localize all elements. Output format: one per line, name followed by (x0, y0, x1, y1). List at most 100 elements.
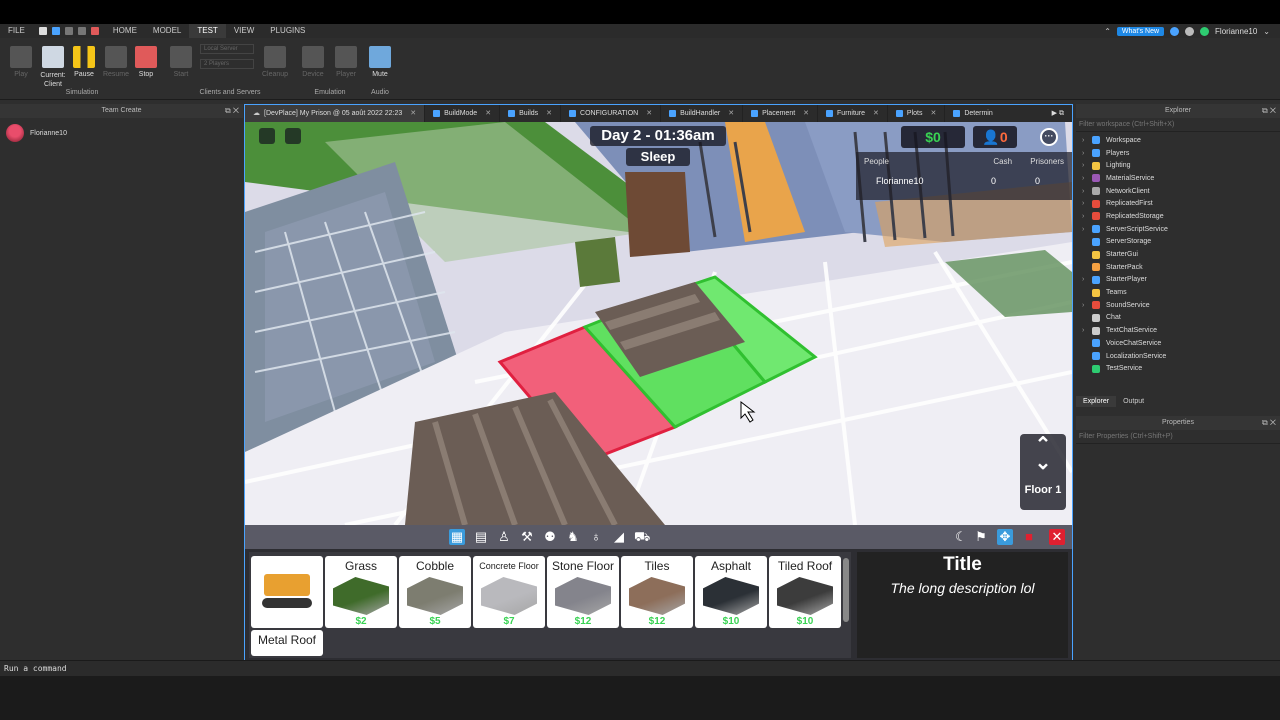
explorer-item[interactable]: › TextChatService (1076, 324, 1280, 337)
explorer-item[interactable]: › ReplicatedFirst (1076, 197, 1280, 210)
close-icon[interactable]: ✕ (1049, 529, 1065, 545)
properties-filter-input[interactable]: Filter Properties (Ctrl+Shift+P) (1076, 430, 1280, 444)
moon-icon[interactable]: ☾ (953, 529, 969, 545)
tab-configuration[interactable]: CONFIGURATION ✕ (561, 105, 662, 122)
explorer-item[interactable]: StarterPack (1076, 261, 1280, 274)
chevron-right-icon[interactable]: › (1082, 276, 1092, 283)
explorer-item[interactable]: › ReplicatedStorage (1076, 210, 1280, 223)
move-icon[interactable]: ✥ (997, 529, 1013, 545)
play-button[interactable]: Play (4, 42, 38, 78)
build-item-card[interactable]: Stone Floor $12 (547, 556, 619, 628)
file-menu[interactable]: FILE (0, 24, 33, 38)
build-item-card[interactable]: Tiles $12 (621, 556, 693, 628)
close-icon[interactable]: ✕ (410, 105, 416, 122)
whats-new-button[interactable]: What's New (1116, 26, 1165, 36)
light-bulb-icon[interactable]: ♁ (588, 529, 604, 545)
explorer-item[interactable]: › NetworkClient (1076, 185, 1280, 198)
cleanup-button[interactable]: Cleanup (258, 42, 292, 78)
tab-test[interactable]: TEST (189, 24, 226, 38)
tab-explorer[interactable]: Explorer (1076, 396, 1117, 407)
build-item-card[interactable]: Cobble $5 (399, 556, 471, 628)
chevron-right-icon[interactable]: › (1082, 226, 1092, 233)
pause-button[interactable]: Pause (67, 42, 101, 78)
explorer-item[interactable]: › Players (1076, 147, 1280, 160)
chevron-right-icon[interactable]: › (1082, 137, 1092, 144)
help-icon[interactable] (1170, 26, 1180, 36)
tab-buildmode[interactable]: BuildMode ✕ (425, 105, 501, 122)
share-icon[interactable] (1185, 26, 1195, 36)
tab-home[interactable]: HOME (105, 24, 145, 38)
explorer-item[interactable]: StarterGui (1076, 248, 1280, 261)
player-count-select[interactable]: 2 Players (200, 59, 254, 69)
tab-output[interactable]: Output (1116, 396, 1151, 407)
server-type-select[interactable]: Local Server (200, 44, 254, 54)
chevron-down-icon[interactable]: ⌄ (1263, 27, 1270, 36)
chevron-right-icon[interactable]: › (1082, 175, 1092, 182)
redo-icon[interactable] (77, 27, 86, 35)
wall-icon[interactable]: ▤ (473, 529, 489, 545)
explorer-item[interactable]: LocalizationService (1076, 350, 1280, 363)
device-button[interactable]: Device (296, 42, 330, 78)
undo-icon[interactable] (64, 27, 73, 35)
close-icon[interactable]: ✕ (728, 105, 734, 122)
chevron-right-icon[interactable]: › (1082, 162, 1092, 169)
delete-icon[interactable]: ■ (1021, 529, 1037, 545)
explorer-item[interactable]: Chat (1076, 312, 1280, 325)
stop-button[interactable]: Stop (129, 42, 163, 78)
close-icon[interactable]: ✕ (546, 105, 552, 122)
publish-icon[interactable] (51, 27, 60, 35)
gym-icon[interactable]: ⚒ (519, 529, 535, 545)
resume-button[interactable]: Resume (99, 42, 133, 78)
tab-plots[interactable]: Plots ✕ (888, 105, 946, 122)
build-items-scrollbar[interactable] (843, 558, 849, 622)
tab-determin[interactable]: Determin (945, 105, 1000, 122)
close-icon[interactable]: ✕ (646, 105, 652, 122)
explorer-filter-input[interactable]: Filter workspace (Ctrl+Shift+X) (1076, 118, 1280, 132)
explorer-item[interactable]: Teams (1076, 286, 1280, 299)
game-scene[interactable]: Day 2 - 01:36am Sleep $0 👤0 ··· People C… (245, 122, 1072, 525)
current-client-button[interactable]: Current: Client (36, 42, 70, 89)
vehicle-icon[interactable]: ⛟ (634, 529, 650, 545)
grid-floor-icon[interactable]: ▦ (449, 529, 465, 545)
panel-controls[interactable]: ⧉ ✕ (1262, 104, 1276, 118)
mute-button[interactable]: Mute (363, 42, 397, 78)
close-icon[interactable]: ✕ (803, 105, 809, 122)
chevron-right-icon[interactable]: › (1082, 327, 1092, 334)
explorer-item[interactable]: › Lighting (1076, 159, 1280, 172)
tab-furniture[interactable]: Furniture ✕ (818, 105, 888, 122)
tab-placement[interactable]: Placement ✕ (743, 105, 819, 122)
tab-plugins[interactable]: PLUGINS (262, 24, 313, 38)
explorer-item[interactable]: VoiceChatService (1076, 337, 1280, 350)
player-button[interactable]: Player (329, 42, 363, 78)
lamp-icon[interactable]: ♞ (565, 529, 581, 545)
command-bar[interactable]: Run a command (0, 660, 1280, 676)
start-button[interactable]: Start (164, 42, 198, 78)
explorer-item[interactable]: › MaterialService (1076, 172, 1280, 185)
build-item-card[interactable]: Grass $2 (325, 556, 397, 628)
tab-place[interactable]: ☁ [DevPlace] My Prison @ 05 août 2022 22:… (245, 105, 426, 122)
explorer-item[interactable]: TestService (1076, 362, 1280, 375)
build-item-card[interactable]: Concrete Floor $7 (473, 556, 545, 628)
build-item-card[interactable]: Asphalt $10 (695, 556, 767, 628)
team-member[interactable]: Florianne10 (0, 118, 243, 148)
panel-controls[interactable]: ⧉ ✕ (225, 104, 239, 118)
tab-scroll-right[interactable]: ▶ ⧉ (1044, 105, 1072, 122)
username[interactable]: Florianne10 (1215, 27, 1257, 36)
close-icon[interactable]: ✕ (930, 105, 936, 122)
build-item-card[interactable]: Metal Roof (251, 630, 323, 656)
tab-buildhandler[interactable]: BuildHandler ✕ (661, 105, 744, 122)
toilet-icon[interactable]: ♙ (496, 529, 512, 545)
tab-view[interactable]: VIEW (226, 24, 262, 38)
roblox-menu-icon[interactable] (259, 128, 275, 144)
stairs-icon[interactable]: ◢ (611, 529, 627, 545)
build-item-card[interactable] (251, 556, 323, 628)
tab-builds[interactable]: Builds ✕ (500, 105, 562, 122)
blueprint-icon[interactable]: ⚑ (973, 529, 989, 545)
explorer-item[interactable]: ServerStorage (1076, 236, 1280, 249)
close-icon[interactable]: ✕ (485, 105, 491, 122)
chevron-up-icon[interactable]: ⌃ (1104, 27, 1111, 36)
panel-controls[interactable]: ⧉ ✕ (1262, 416, 1276, 430)
explorer-item[interactable]: › SoundService (1076, 299, 1280, 312)
chevron-right-icon[interactable]: › (1082, 302, 1092, 309)
chat-icon[interactable] (285, 128, 301, 144)
